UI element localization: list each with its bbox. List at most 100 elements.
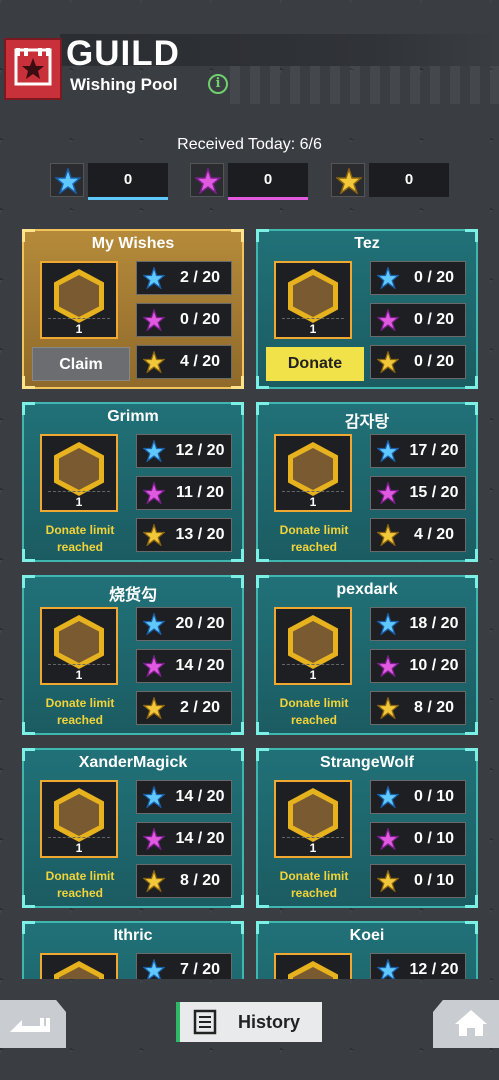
player-name: Ithric — [113, 927, 153, 944]
gold-star-value: 13 / 20 — [175, 526, 225, 543]
purple-star-value: 0 / 20 — [179, 311, 221, 328]
home-icon — [455, 1010, 487, 1036]
avatar[interactable]: 1 — [274, 434, 352, 512]
avatar[interactable] — [274, 953, 352, 979]
blue-star-value: 14 / 20 — [175, 788, 225, 805]
purple-star-value: 11 / 20 — [175, 484, 225, 501]
blue-star-progress: 14 / 20 — [136, 780, 232, 814]
header-pattern — [230, 64, 499, 104]
page-title: GUILD — [66, 34, 180, 73]
wish-card: Koei 12 / 20 — [256, 921, 478, 979]
purple-star-value: 15 / 20 — [409, 484, 459, 501]
purple-star-progress: 0 / 10 — [370, 822, 466, 856]
wish-card: Ithric 7 / 20 — [22, 921, 244, 979]
donate-limit-status: Donate limit reached — [45, 696, 115, 727]
gold-star-progress: 0 / 10 — [370, 864, 466, 898]
gold-star-count: 0 — [369, 163, 449, 197]
donate-limit-status: Donate limit reached — [279, 869, 349, 900]
avatar-level: 1 — [309, 495, 317, 509]
wish-card: StrangeWolf 1 0 / 10 0 / 10 0 / 10 Donate lim… — [256, 748, 478, 908]
blue-star-value: 12 / 20 — [175, 442, 225, 459]
gold-star-value: 4 / 20 — [413, 526, 455, 543]
blue-star-progress: 0 / 20 — [370, 261, 466, 295]
avatar[interactable]: 1 — [274, 607, 352, 685]
back-button[interactable] — [0, 1000, 66, 1048]
avatar[interactable]: 1 — [40, 434, 118, 512]
info-icon[interactable]: i — [208, 74, 228, 94]
blue-star-value: 12 / 20 — [409, 961, 459, 978]
avatar[interactable]: 1 — [40, 780, 118, 858]
blue-star-value: 17 / 20 — [409, 442, 459, 459]
page-subtitle: Wishing Pool — [70, 75, 178, 94]
avatar[interactable]: 1 — [40, 261, 118, 339]
purple-star-value: 10 / 20 — [409, 657, 459, 674]
purple-star-progress: 14 / 20 — [136, 649, 232, 683]
donate-button[interactable]: Donate — [266, 347, 364, 381]
avatar-level: 1 — [75, 495, 83, 509]
player-name: 감자탕 — [344, 414, 390, 431]
purple-star-progress: 0 / 20 — [370, 303, 466, 337]
wish-card: Tez 1 0 / 20 0 / 20 0 / 20 Donate — [256, 229, 478, 389]
claim-button[interactable]: Claim — [32, 347, 130, 381]
donate-limit-status: Donate limit reached — [45, 523, 115, 554]
wish-card: My Wishes 1 2 / 20 0 / 20 4 / 20 Claim — [22, 229, 244, 389]
purple-star-progress: 14 / 20 — [136, 822, 232, 856]
gold-star-progress: 2 / 20 — [136, 691, 232, 725]
wish-grid: My Wishes 1 2 / 20 0 / 20 4 / 20 Claim Tez 1 0 /… — [22, 229, 478, 979]
player-name: Grimm — [107, 408, 159, 425]
gold-star-value: 0 / 20 — [413, 353, 455, 370]
blue-star-progress: 0 / 10 — [370, 780, 466, 814]
blue-star-value: 18 / 20 — [409, 615, 459, 632]
gold-star-value: 2 / 20 — [179, 699, 221, 716]
blue-star-value: 2 / 20 — [179, 269, 221, 286]
blue-star-progress: 12 / 20 — [136, 434, 232, 468]
history-list-icon — [193, 1009, 217, 1035]
wish-card: pexdark 1 18 / 20 10 / 20 8 / 20 Donate limit… — [256, 575, 478, 735]
donate-limit-status: Donate limit reached — [279, 523, 349, 554]
blue-star-value: 0 / 20 — [413, 269, 455, 286]
player-name: StrangeWolf — [320, 754, 414, 771]
blue-star-progress: 20 / 20 — [136, 607, 232, 641]
avatar[interactable]: 1 — [274, 261, 352, 339]
blue-star-icon — [50, 163, 84, 197]
blue-star-progress: 18 / 20 — [370, 607, 466, 641]
purple-star-count: 0 — [228, 163, 308, 197]
blue-star-count: 0 — [88, 163, 168, 197]
blue-star-progress: 17 / 20 — [370, 434, 466, 468]
received-today-label: Received Today: 6/6 — [177, 136, 322, 153]
purple-counter-underline — [228, 197, 308, 200]
home-button[interactable] — [433, 1000, 499, 1048]
gold-star-progress: 0 / 20 — [370, 345, 466, 379]
player-name: My Wishes — [91, 235, 175, 252]
blue-star-value: 0 / 10 — [413, 788, 455, 805]
gold-star-icon — [331, 163, 365, 197]
guild-banner-icon — [4, 38, 62, 100]
avatar[interactable]: 1 — [274, 780, 352, 858]
gold-star-progress: 4 / 20 — [136, 345, 232, 379]
purple-star-value: 14 / 20 — [175, 830, 225, 847]
donate-limit-status: Donate limit reached — [279, 696, 349, 727]
gold-star-progress: 8 / 20 — [136, 864, 232, 898]
purple-star-value: 0 / 20 — [413, 311, 455, 328]
avatar-level: 1 — [309, 322, 317, 336]
player-name: XanderMagick — [78, 754, 188, 771]
avatar-level: 1 — [75, 841, 83, 855]
avatar[interactable]: 1 — [40, 607, 118, 685]
purple-star-value: 14 / 20 — [175, 657, 225, 674]
avatar-level: 1 — [75, 322, 83, 336]
player-name: pexdark — [336, 581, 398, 598]
player-name: Tez — [354, 235, 380, 252]
blue-star-value: 7 / 20 — [179, 961, 221, 978]
avatar-level: 1 — [309, 841, 317, 855]
avatar-level: 1 — [309, 668, 317, 682]
gold-star-progress: 8 / 20 — [370, 691, 466, 725]
history-label: History — [238, 1012, 301, 1032]
blue-star-progress: 7 / 20 — [136, 953, 232, 979]
player-name: Koei — [349, 927, 385, 944]
avatar[interactable] — [40, 953, 118, 979]
gold-star-progress: 4 / 20 — [370, 518, 466, 552]
gold-star-value: 8 / 20 — [413, 699, 455, 716]
history-button[interactable]: History — [176, 1002, 322, 1042]
wish-card: 감자탕 1 17 / 20 15 / 20 4 / 20 Donate limit rea… — [256, 402, 478, 562]
wish-card: 烧货勾 1 20 / 20 14 / 20 2 / 20 Donate limit rea… — [22, 575, 244, 735]
